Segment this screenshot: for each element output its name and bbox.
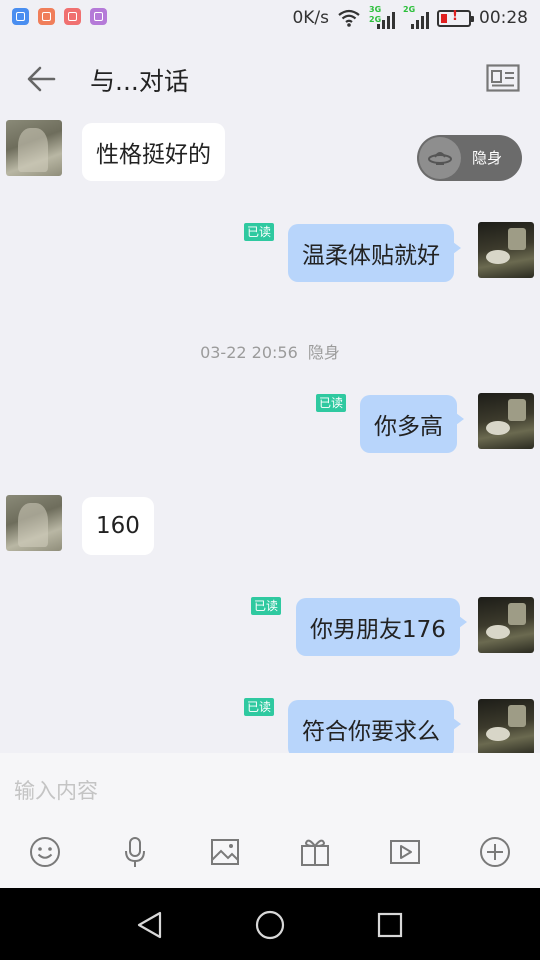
message-text: 160 [96,513,140,539]
self-avatar[interactable] [478,699,534,753]
read-badge: 已读 [244,223,275,241]
read-badge: 已读 [316,394,347,412]
peer-avatar[interactable] [6,495,62,551]
clock: 00:28 [479,8,528,28]
read-badge: 已读 [251,597,282,615]
message-bubble-outgoing[interactable]: 你男朋友176 [296,598,467,656]
message-text: 符合你要求么 [302,719,440,745]
message-input[interactable] [14,771,524,811]
home-circle-icon[interactable] [253,908,287,942]
ufo-icon [419,137,461,179]
emoji-icon[interactable] [28,835,62,869]
shield-app-icon [12,8,29,25]
status-bar: 0K/s 3G 2G 2G ! 00:28 [0,0,540,38]
net-speed: 0K/s [292,8,329,28]
notification-icons [12,8,107,25]
message-text: 你多高 [374,414,443,440]
message-bubble-outgoing[interactable]: 符合你要求么 [288,700,461,753]
chat-header: 与...对话 [0,38,540,120]
message-timestamp: 03-22 20:56 隐身 [0,339,540,363]
mail-app-icon [38,8,55,25]
video-icon[interactable] [388,835,422,869]
message-bubble-outgoing[interactable]: 你多高 [360,395,464,453]
page-title: 与...对话 [90,67,189,96]
self-avatar[interactable] [478,222,534,278]
signal-3g-icon: 3G 2G [369,5,395,29]
timestamp-time: 03-22 20:56 [200,343,298,362]
invisible-mode-toggle[interactable]: 隐身 [417,135,522,181]
message-bubble-incoming[interactable]: 160 [82,497,154,555]
wifi-icon [338,9,360,27]
message-text: 性格挺好的 [96,142,211,168]
profile-card-icon[interactable] [486,64,520,92]
microphone-icon[interactable] [118,835,152,869]
invisible-mode-label: 隐身 [472,149,503,167]
message-bubble-incoming[interactable]: 性格挺好的 [82,123,225,181]
message-list[interactable]: 性格挺好的 隐身 已读 温柔体贴就好 03-22 20:56 隐身 已读 你多高… [0,120,540,753]
gallery-app-icon [90,8,107,25]
status-indicators: 0K/s 3G 2G 2G ! 00:28 [292,5,528,29]
image-icon[interactable] [208,835,242,869]
clipboard-app-icon [64,8,81,25]
self-avatar[interactable] [478,597,534,653]
timestamp-status: 隐身 [307,343,340,362]
arrow-left-icon[interactable] [24,62,58,96]
compose-toolbar [0,835,540,875]
gift-icon[interactable] [298,835,332,869]
signal-2g-icon: 2G [403,5,429,29]
peer-avatar[interactable] [6,120,62,176]
battery-low-icon: ! [437,9,474,27]
system-nav-bar [0,888,540,960]
message-text: 你男朋友176 [310,617,446,643]
message-text: 温柔体贴就好 [302,243,440,269]
recents-square-icon[interactable] [373,908,407,942]
message-bubble-outgoing[interactable]: 温柔体贴就好 [288,224,461,282]
compose-area [0,753,540,888]
plus-circle-icon[interactable] [478,835,512,869]
self-avatar[interactable] [478,393,534,449]
back-triangle-icon[interactable] [133,908,167,942]
read-badge: 已读 [244,698,275,716]
